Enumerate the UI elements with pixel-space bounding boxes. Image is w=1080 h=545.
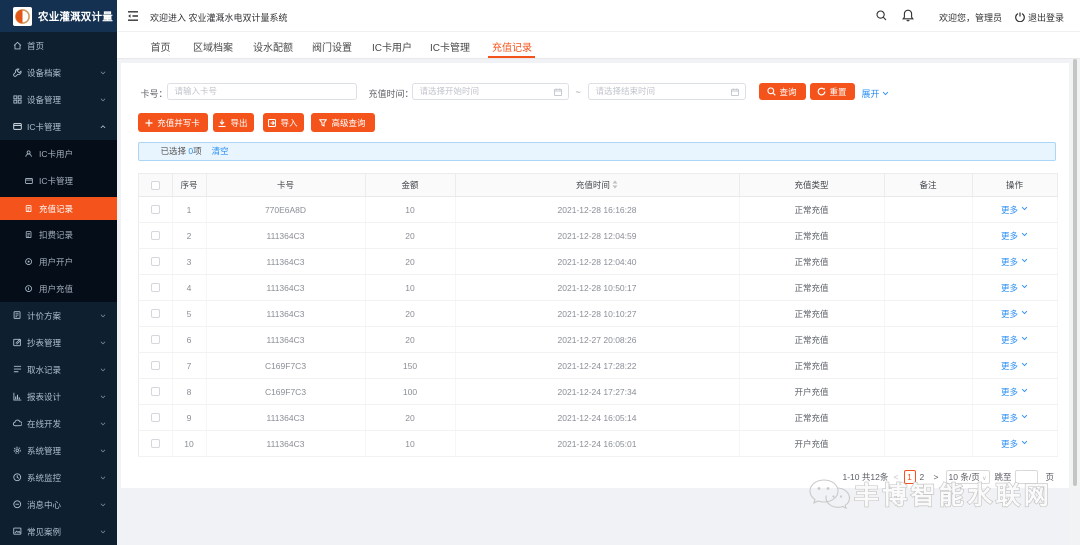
svg-text:丰博智能水联网: 丰博智能水联网 [854, 481, 1052, 510]
